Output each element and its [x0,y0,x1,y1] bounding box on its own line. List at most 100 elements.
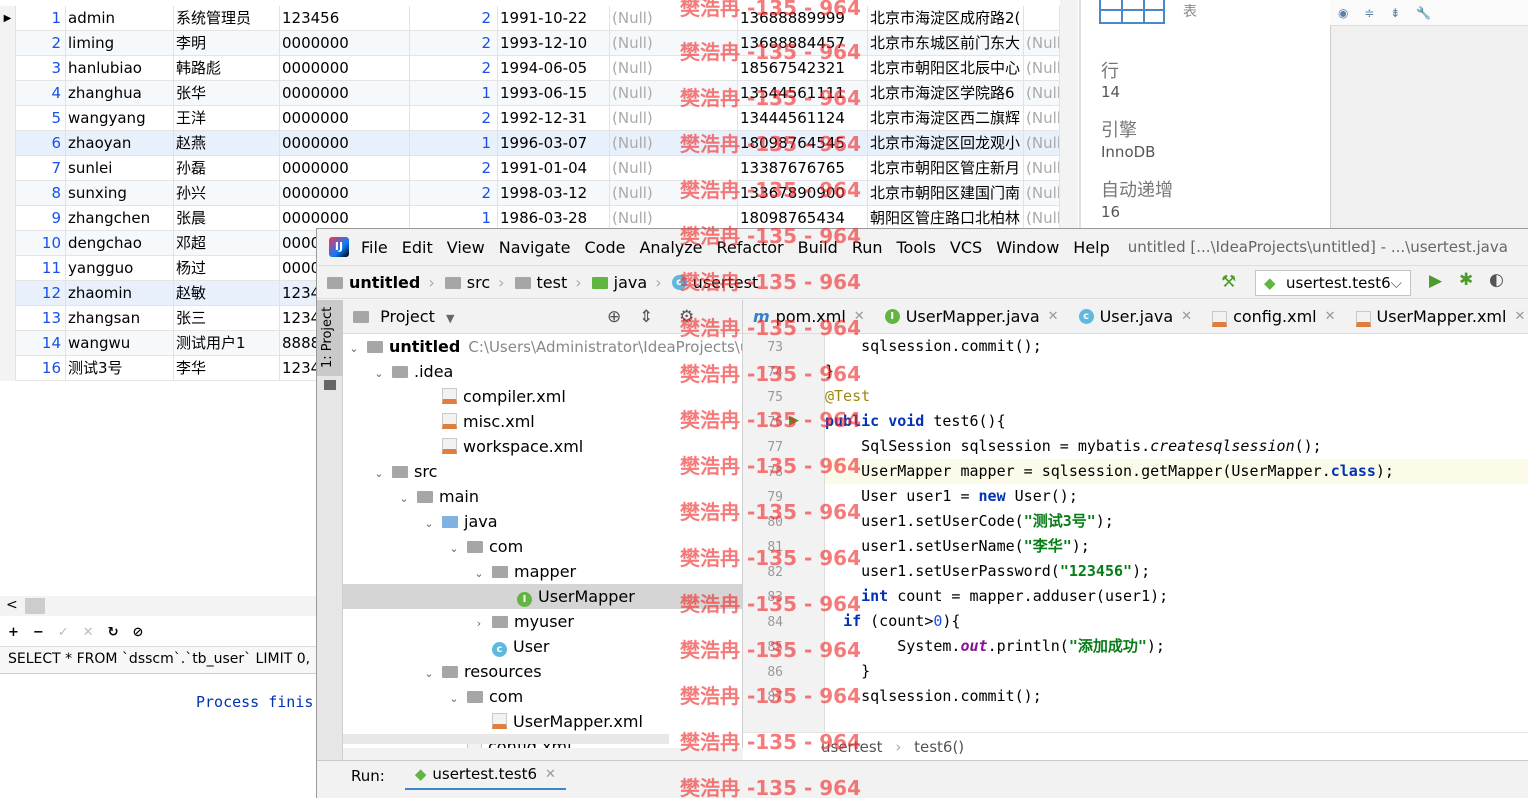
cell-name[interactable]: 杨过 [174,256,280,281]
cell-gender[interactable]: 1 [410,81,498,106]
cell-code[interactable]: admin [66,6,174,31]
row-indicator[interactable] [0,181,16,206]
current-row-indicator-icon[interactable]: ▶ [0,6,16,31]
scroll-thumb[interactable] [25,598,45,614]
expand-arrow-icon[interactable]: ⌄ [422,511,436,536]
menu-file[interactable]: File [361,238,388,257]
expand-arrow-icon[interactable]: › [472,611,486,636]
cell-c1[interactable]: (Null) [610,156,738,181]
gear-icon[interactable]: ⚙ [679,300,694,334]
add-record-icon[interactable]: + [8,625,19,640]
cell-birthday[interactable]: 1993-06-15 [498,81,610,106]
row-indicator[interactable] [0,56,16,81]
cell-gender[interactable]: 1 [410,131,498,156]
chevron-down-icon[interactable]: ▼ [446,312,454,325]
delete-record-icon[interactable]: − [33,625,44,640]
cell-address[interactable]: 北京市海淀区学院路6 [868,81,1024,106]
cell-code[interactable]: sunlei [66,156,174,181]
refresh-icon[interactable]: ↻ [108,625,119,640]
structure-icon[interactable] [324,380,336,390]
run-tab-usertest[interactable]: ◆ usertest.test6 ✕ [404,761,566,791]
cell-id[interactable]: 10 [16,231,66,256]
table-row[interactable]: 8 sunxing 孙兴 0000000 2 1998-03-12 (Null) 133678… [0,181,1060,206]
table-row[interactable]: 6 zhaoyan 赵燕 0000000 1 1996-03-07 (Null) 180987… [0,131,1060,156]
row-indicator[interactable] [0,156,16,181]
cell-id[interactable]: 2 [16,31,66,56]
cell-code[interactable]: wangwu [66,331,174,356]
tree-item-main[interactable]: ⌄ main [343,484,742,509]
menu-build[interactable]: Build [798,238,838,257]
cell-phone[interactable]: 13544561111 [738,81,868,106]
cell-id[interactable]: 14 [16,331,66,356]
breadcrumb-java[interactable]: java › [591,273,662,292]
cell-code[interactable]: 测试3号 [66,356,174,381]
table-row[interactable]: ▶ 1 admin 系统管理员 123456 2 1991-10-22 (Null) 13688… [0,6,1060,31]
cell-id[interactable]: 1 [16,6,66,31]
tree-item-untitled[interactable]: ⌄ untitled C:\Users\Administrator\IdeaProj… [343,334,742,361]
cell-c2[interactable]: (Null [1024,106,1060,131]
row-indicator[interactable] [0,206,16,231]
cell-id[interactable]: 9 [16,206,66,231]
cell-phone[interactable]: 18567542321 [738,56,868,81]
cell-name[interactable]: 张晨 [174,206,280,231]
cell-id[interactable]: 12 [16,281,66,306]
cell-phone[interactable]: 18098764545 [738,131,868,156]
row-indicator[interactable] [0,256,16,281]
run-test-gutter-icon[interactable]: ▶ [789,413,799,428]
cell-c2[interactable]: (Null [1024,81,1060,106]
menu-analyze[interactable]: Analyze [639,238,702,257]
cell-password[interactable]: 0000000 [280,56,410,81]
cell-code[interactable]: zhangsan [66,306,174,331]
cell-phone[interactable]: 13688889999 [738,6,868,31]
menu-view[interactable]: View [447,238,485,257]
cell-phone[interactable]: 13688884457 [738,31,868,56]
apply-changes-icon[interactable]: ✓ [58,625,69,640]
cell-code[interactable]: sunxing [66,181,174,206]
editor-tab-config-xml[interactable]: config.xml ✕ [1202,300,1345,333]
cell-gender[interactable]: 2 [410,106,498,131]
expand-arrow-icon[interactable]: ⌄ [472,561,486,586]
cell-name[interactable]: 李明 [174,31,280,56]
tree-item-mapper[interactable]: ⌄ mapper [343,559,742,586]
run-configuration-select[interactable]: ◆ usertest.test6 ⌵ [1255,270,1411,296]
cell-code[interactable]: wangyang [66,106,174,131]
cell-name[interactable]: 王洋 [174,106,280,131]
cell-birthday[interactable]: 1992-12-31 [498,106,610,131]
cell-gender[interactable]: 2 [410,6,498,31]
close-icon[interactable]: ✕ [1325,309,1336,324]
cell-name[interactable]: 邓超 [174,231,280,256]
cell-name[interactable]: 孙磊 [174,156,280,181]
expand-arrow-icon[interactable]: ⌄ [447,686,461,711]
cell-birthday[interactable]: 1993-12-10 [498,31,610,56]
cell-address[interactable]: 北京市海淀区西二旗辉 [868,106,1024,131]
tree-item-user[interactable]: c User [343,634,742,659]
expand-arrow-icon[interactable]: ⌄ [347,336,361,361]
cell-code[interactable]: dengchao [66,231,174,256]
cell-address[interactable]: 北京市朝阳区建国门南 [868,181,1024,206]
editor-tab-user-java[interactable]: c User.java ✕ [1069,300,1203,333]
menu-tools[interactable]: Tools [897,238,936,257]
cell-c2[interactable]: (Null [1024,31,1060,56]
table-row[interactable]: 5 wangyang 王洋 0000000 2 1992-12-31 (Null) 13444… [0,106,1060,131]
cell-code[interactable]: liming [66,31,174,56]
cell-phone[interactable]: 13444561124 [738,106,868,131]
menu-edit[interactable]: Edit [402,238,433,257]
editor-crumb-class[interactable]: usertest [821,738,883,756]
breadcrumb-src[interactable]: src › [444,273,505,292]
cell-address[interactable]: 北京市朝阳区管庄新月 [868,156,1024,181]
tree-item-usermapper[interactable]: I UserMapper [343,584,742,609]
row-indicator[interactable] [0,106,16,131]
cell-name[interactable]: 测试用户1 [174,331,280,356]
close-icon[interactable]: ✕ [1514,309,1525,324]
cell-birthday[interactable]: 1994-06-05 [498,56,610,81]
table-row[interactable]: 7 sunlei 孙磊 0000000 2 1991-01-04 (Null) 1338767… [0,156,1060,181]
menu-code[interactable]: Code [585,238,626,257]
cell-c2[interactable] [1024,6,1060,31]
cell-c2[interactable]: (Null [1024,131,1060,156]
tree-item-resources[interactable]: ⌄ resources [343,659,742,684]
cell-password[interactable]: 0000000 [280,106,410,131]
editor-tab-usermapper-xml[interactable]: UserMapper.xml ✕ [1346,300,1528,333]
stop-icon[interactable]: ⊘ [133,625,144,640]
cell-gender[interactable]: 2 [410,181,498,206]
close-icon[interactable]: ✕ [1048,309,1059,324]
